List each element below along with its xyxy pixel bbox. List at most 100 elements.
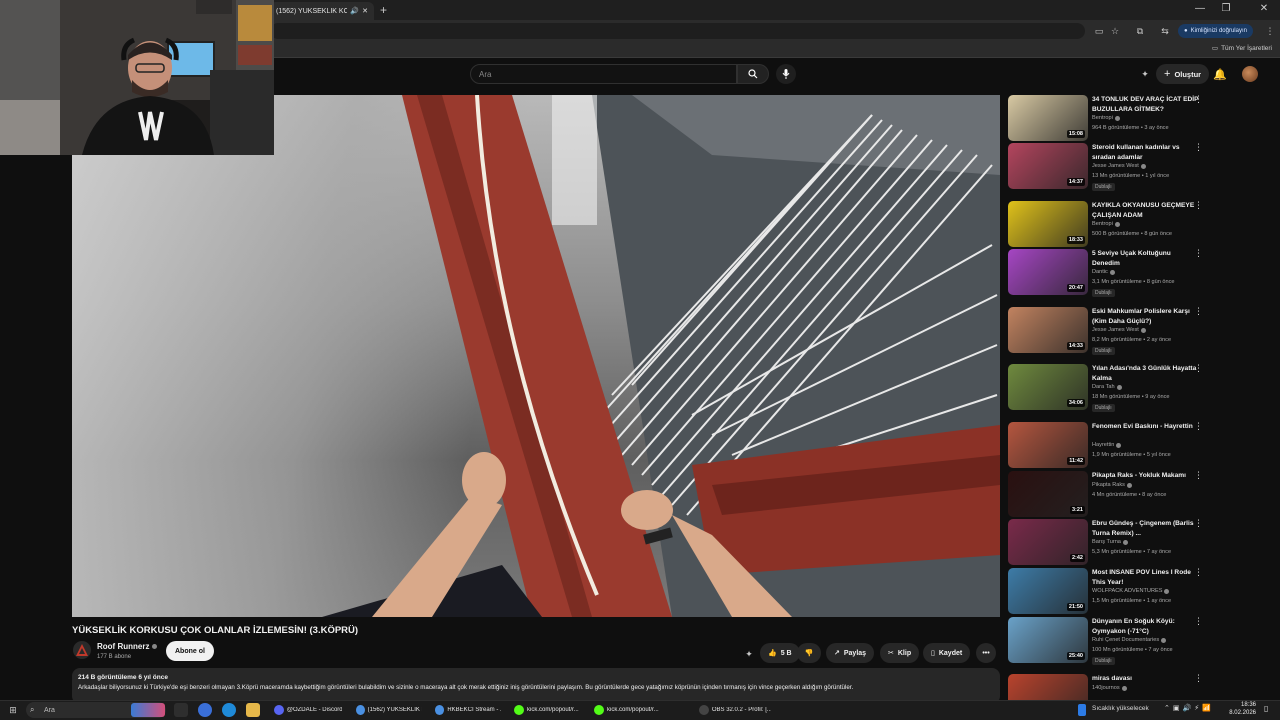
recommendation-channel[interactable]: Bentropi bbox=[1092, 221, 1120, 227]
recommendation-thumbnail[interactable]: 20:47 bbox=[1008, 249, 1088, 295]
browser-menu-icon[interactable]: ⋮ bbox=[1263, 24, 1277, 38]
recommendation-title[interactable]: 34 TONLUK DEV ARAÇ İCAT EDİP BUZULLARA G… bbox=[1092, 95, 1200, 114]
channel-name[interactable]: Roof Runnerz bbox=[97, 642, 157, 651]
recommendation-thumbnail[interactable]: 2:42 bbox=[1008, 519, 1088, 565]
recommendation-channel[interactable]: WOLFPACK ADVENTURES bbox=[1092, 588, 1170, 594]
more-options-icon[interactable]: ⋮ bbox=[1194, 422, 1203, 431]
taskbar-app[interactable]: @OZDALE - Discord bbox=[270, 702, 346, 718]
recommendation-channel[interactable]: Pikapta Raks bbox=[1092, 482, 1132, 488]
clip-button[interactable]: ✂ Klip bbox=[880, 643, 920, 663]
more-options-icon[interactable]: ⋮ bbox=[1194, 364, 1203, 373]
recommendation-channel[interactable]: Jesse James West bbox=[1092, 327, 1146, 333]
search-button[interactable] bbox=[737, 64, 769, 84]
recommendation-title[interactable]: Eski Mahkumlar Polislere Karşı (Kim Daha… bbox=[1092, 307, 1200, 326]
subscribe-button[interactable]: Abone ol bbox=[166, 641, 214, 661]
recommendation-channel[interactable]: Hayrettin bbox=[1092, 442, 1122, 448]
maximize-icon[interactable]: ❐ bbox=[1216, 3, 1236, 14]
recommendation-thumbnail[interactable]: 14:33 bbox=[1008, 307, 1088, 353]
recommendation-title[interactable]: Most INSANE POV Lines I Rode This Year! bbox=[1092, 568, 1200, 587]
taskbar-app[interactable]: kick.com/popout/r... bbox=[510, 702, 584, 718]
edge-icon[interactable] bbox=[222, 703, 236, 717]
more-options-icon[interactable]: ⋮ bbox=[1194, 95, 1203, 104]
share-button[interactable]: ↗ Paylaş bbox=[826, 643, 875, 663]
recommendation-title[interactable]: Steroid kullanan kadınlar vs sıradan ada… bbox=[1092, 143, 1200, 162]
notification-center-icon[interactable]: ▯ bbox=[1264, 704, 1268, 713]
extensions-icon[interactable]: ⧉ bbox=[1133, 24, 1147, 38]
browser-tab-active[interactable]: (1562) YÜKSEKLİK KORKU: 🔊 ✕ bbox=[270, 2, 374, 20]
more-options-icon[interactable]: ⋮ bbox=[1194, 568, 1203, 577]
recommendation-item[interactable]: 20:47 5 Seviye Uçak Koltuğunu Denedim Dant… bbox=[1008, 249, 1248, 305]
clock[interactable]: 18:36 8.02.2026 bbox=[1222, 701, 1256, 717]
recommendation-channel[interactable]: 140journos bbox=[1092, 685, 1127, 691]
recommendation-channel[interactable]: Dara Tah bbox=[1092, 384, 1122, 390]
dislike-button[interactable]: 👎 bbox=[797, 643, 821, 663]
recommendation-item[interactable]: 21:50 Most INSANE POV Lines I Rode This Y… bbox=[1008, 568, 1248, 624]
system-tray-icons[interactable]: ⌃▣🔊⚡📶 bbox=[1164, 704, 1214, 712]
verify-identity-button[interactable]: ● Kimliğinizi doğrulayın bbox=[1178, 24, 1253, 38]
more-options-icon[interactable]: ⋮ bbox=[1194, 519, 1203, 528]
recommendation-item[interactable]: 14:33 Eski Mahkumlar Polislere Karşı (Kim… bbox=[1008, 307, 1248, 363]
more-options-icon[interactable]: ⋮ bbox=[1194, 307, 1203, 316]
address-bar[interactable] bbox=[270, 23, 1085, 39]
recommendation-title[interactable]: Ebru Gündeş - Çingenem (Barlis Turna Rem… bbox=[1092, 519, 1200, 538]
more-options-icon[interactable]: ⋮ bbox=[1194, 674, 1203, 683]
task-view-icon[interactable] bbox=[174, 703, 188, 717]
more-options-icon[interactable]: ⋮ bbox=[1194, 249, 1203, 258]
channel-avatar[interactable] bbox=[73, 641, 91, 659]
more-options-icon[interactable]: ⋮ bbox=[1194, 143, 1203, 152]
search-highlight-icon[interactable] bbox=[131, 703, 165, 717]
save-button[interactable]: ▯ Kaydet bbox=[923, 643, 971, 663]
close-window-icon[interactable]: ✕ bbox=[1254, 3, 1274, 14]
account-avatar[interactable] bbox=[1242, 66, 1258, 82]
taskbar-app[interactable]: RKBEKCI Stream - ... bbox=[431, 702, 505, 718]
recommendation-title[interactable]: 5 Seviye Uçak Koltuğunu Denedim bbox=[1092, 249, 1200, 268]
file-explorer-icon[interactable] bbox=[246, 703, 260, 717]
recommendation-title[interactable]: Yılan Adası'nda 3 Günlük Hayatta Kalma bbox=[1092, 364, 1200, 383]
more-options-icon[interactable]: ⋮ bbox=[1194, 471, 1203, 480]
like-button[interactable]: 👍 5 B bbox=[760, 643, 800, 663]
more-actions-button[interactable]: ••• bbox=[976, 643, 996, 663]
recommendation-channel[interactable]: Dantic bbox=[1092, 269, 1115, 275]
all-bookmarks-button[interactable]: ▭ Tüm Yer İşaretleri bbox=[1212, 44, 1272, 53]
recommendation-channel[interactable]: Barış Turna bbox=[1092, 539, 1128, 545]
translate-icon[interactable]: ⇆ bbox=[1158, 24, 1172, 38]
tab-audio-icon[interactable]: 🔊 bbox=[350, 7, 359, 15]
description-box[interactable]: 214 B görüntüleme 6 yıl önce Arkadaşlar … bbox=[72, 668, 1000, 704]
recommendation-item[interactable]: 14:37 Steroid kullanan kadınlar vs sırada… bbox=[1008, 143, 1248, 199]
voice-search-button[interactable] bbox=[776, 64, 796, 84]
recommendation-thumbnail[interactable]: 25:40 bbox=[1008, 617, 1088, 663]
recommendation-title[interactable]: miras davası bbox=[1092, 674, 1200, 684]
ask-ai-icon[interactable]: ✦ bbox=[742, 647, 756, 661]
taskbar-app[interactable]: kick.com/popout/r... bbox=[590, 702, 664, 718]
bookmark-star-icon[interactable]: ☆ bbox=[1108, 24, 1122, 38]
windows-start-icon[interactable]: ⊞ bbox=[6, 703, 20, 717]
tab-close-icon[interactable]: ✕ bbox=[362, 7, 368, 15]
more-options-icon[interactable]: ⋮ bbox=[1194, 201, 1203, 210]
recommendation-channel[interactable]: Bentropi bbox=[1092, 115, 1120, 121]
recommendation-thumbnail[interactable]: 3:21 bbox=[1008, 471, 1088, 517]
create-button[interactable]: + Oluştur bbox=[1156, 64, 1210, 84]
recommendation-item[interactable]: 11:42 Fenomen Evi Baskını - Hayrettin Hayr… bbox=[1008, 422, 1248, 478]
recommendation-thumbnail[interactable]: 34:06 bbox=[1008, 364, 1088, 410]
recommendation-thumbnail[interactable]: 18:33 bbox=[1008, 201, 1088, 247]
search-input[interactable]: Ara bbox=[470, 64, 737, 84]
recommendation-title[interactable]: Fenomen Evi Baskını - Hayrettin bbox=[1092, 422, 1200, 432]
recommendation-title[interactable]: KAYIKLA OKYANUSU GEÇMEYE ÇALIŞAN ADAM bbox=[1092, 201, 1200, 220]
recommendation-title[interactable]: Dünyanın En Soğuk Köyü: Oymyakon (-71°C) bbox=[1092, 617, 1200, 636]
new-tab-icon[interactable]: + bbox=[380, 3, 387, 17]
recommendation-thumbnail[interactable]: 21:50 bbox=[1008, 568, 1088, 614]
cast-icon[interactable]: ▭ bbox=[1092, 24, 1106, 38]
taskbar-app[interactable]: OBS 32.0.2 - Profil: [... bbox=[695, 702, 775, 718]
recommendation-item[interactable]: 25:40 Dünyanın En Soğuk Köyü: Oymyakon (-… bbox=[1008, 617, 1248, 673]
minimize-icon[interactable]: — bbox=[1190, 3, 1210, 14]
video-player[interactable] bbox=[72, 95, 1000, 617]
more-options-icon[interactable]: ⋮ bbox=[1194, 617, 1203, 626]
recommendation-channel[interactable]: Ruhi Çenet Documentaries bbox=[1092, 637, 1167, 643]
ai-sparkle-icon[interactable]: ✦ bbox=[1138, 67, 1152, 81]
recommendation-item[interactable]: 34:06 Yılan Adası'nda 3 Günlük Hayatta Ka… bbox=[1008, 364, 1248, 420]
recommendation-thumbnail[interactable]: 15:08 bbox=[1008, 95, 1088, 141]
recommendation-thumbnail[interactable]: 14:37 bbox=[1008, 143, 1088, 189]
recommendation-item[interactable]: 2:42 Ebru Gündeş - Çingenem (Barlis Turna… bbox=[1008, 519, 1248, 575]
recommendation-thumbnail[interactable]: 11:42 bbox=[1008, 422, 1088, 468]
copilot-icon[interactable] bbox=[198, 703, 212, 717]
